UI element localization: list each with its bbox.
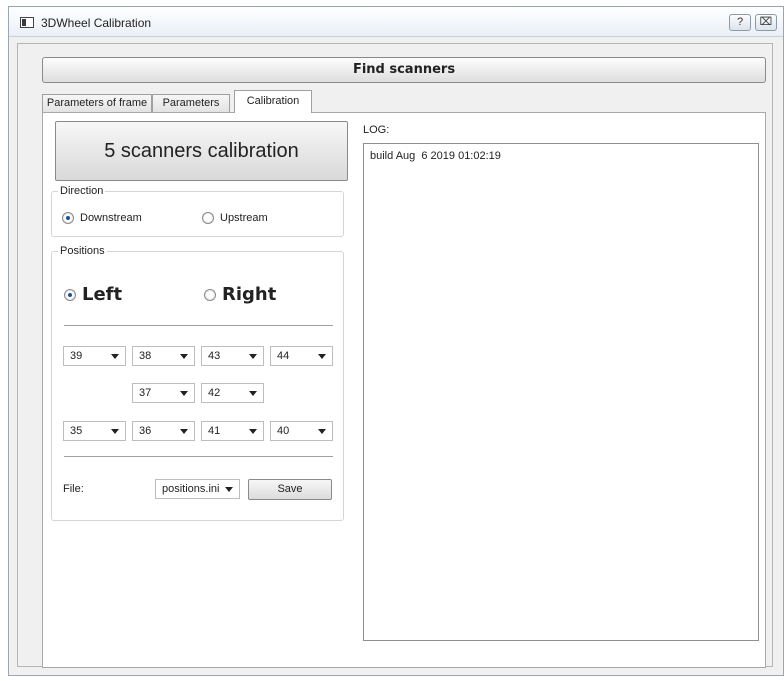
log-label: LOG: — [363, 124, 390, 136]
direction-group: Direction Downstream Upstream — [51, 185, 344, 237]
combo-value: 38 — [139, 350, 152, 362]
upstream-label: Upstream — [220, 212, 268, 224]
tab-parameters-of-frame[interactable]: Parameters of frame — [42, 94, 152, 112]
radio-unchecked-icon — [202, 212, 214, 224]
calibration-tab-panel: 5 scanners calibration Direction Downstr… — [42, 112, 766, 668]
combo-value: 39 — [70, 350, 83, 362]
position-combo[interactable]: 40 — [270, 421, 333, 441]
file-combo-value: positions.ini — [162, 483, 220, 495]
main-panel: Find scanners Parameters of frame Parame… — [17, 43, 773, 668]
position-combo[interactable]: 41 — [201, 421, 264, 441]
left-radio[interactable]: Left — [64, 284, 122, 305]
positions-group-title: Positions — [58, 245, 107, 257]
position-combo[interactable]: 42 — [201, 383, 264, 403]
tab-calibration[interactable]: Calibration — [234, 90, 312, 113]
position-combo[interactable]: 36 — [132, 421, 195, 441]
chevron-down-icon — [318, 429, 326, 434]
combo-value: 40 — [277, 425, 290, 437]
right-label: Right — [222, 284, 277, 305]
positions-group: Positions Left Right 39 38 43 44 37 42 3… — [51, 245, 344, 521]
left-label: Left — [82, 284, 123, 305]
close-icon[interactable]: ⌧ — [755, 14, 777, 31]
tab-parameters[interactable]: Parameters — [152, 94, 230, 112]
title-bar[interactable]: 3DWheel Calibration ? ⌧ — [9, 7, 783, 37]
combo-value: 42 — [208, 387, 221, 399]
save-button[interactable]: Save — [248, 479, 332, 500]
combo-value: 43 — [208, 350, 221, 362]
chevron-down-icon — [318, 354, 326, 359]
downstream-label: Downstream — [80, 212, 142, 224]
position-combo[interactable]: 35 — [63, 421, 126, 441]
combo-value: 37 — [139, 387, 152, 399]
chevron-down-icon — [249, 391, 257, 396]
combo-value: 44 — [277, 350, 290, 362]
position-combo[interactable]: 43 — [201, 346, 264, 366]
divider — [64, 456, 333, 457]
chevron-down-icon — [111, 429, 119, 434]
file-combo[interactable]: positions.ini — [155, 479, 240, 499]
direction-group-title: Direction — [58, 185, 106, 197]
app-window: 3DWheel Calibration ? ⌧ Find scanners Pa… — [8, 6, 784, 676]
position-combo[interactable]: 44 — [270, 346, 333, 366]
combo-value: 41 — [208, 425, 221, 437]
find-scanners-button[interactable]: Find scanners — [42, 57, 766, 83]
divider — [64, 325, 333, 326]
combo-value: 35 — [70, 425, 83, 437]
position-combo[interactable]: 39 — [63, 346, 126, 366]
chevron-down-icon — [180, 391, 188, 396]
radio-checked-icon — [62, 212, 74, 224]
chevron-down-icon — [225, 487, 233, 492]
window-title: 3DWheel Calibration — [41, 16, 152, 30]
chevron-down-icon — [180, 354, 188, 359]
right-radio[interactable]: Right — [204, 284, 276, 305]
radio-unchecked-icon — [204, 288, 216, 301]
chevron-down-icon — [249, 429, 257, 434]
chevron-down-icon — [180, 429, 188, 434]
log-textarea[interactable]: build Aug 6 2019 01:02:19 — [363, 143, 759, 641]
upstream-radio[interactable]: Upstream — [202, 212, 268, 224]
position-combo[interactable]: 38 — [132, 346, 195, 366]
help-button[interactable]: ? — [729, 14, 751, 31]
radio-checked-icon — [64, 288, 76, 301]
downstream-radio[interactable]: Downstream — [62, 212, 142, 224]
combo-value: 36 — [139, 425, 152, 437]
chevron-down-icon — [249, 354, 257, 359]
position-combo[interactable]: 37 — [132, 383, 195, 403]
chevron-down-icon — [111, 354, 119, 359]
scanners-calibration-button[interactable]: 5 scanners calibration — [55, 121, 348, 181]
log-text: build Aug 6 2019 01:02:19 — [370, 150, 501, 162]
app-window-icon — [20, 17, 34, 28]
file-label: File: — [63, 483, 84, 495]
